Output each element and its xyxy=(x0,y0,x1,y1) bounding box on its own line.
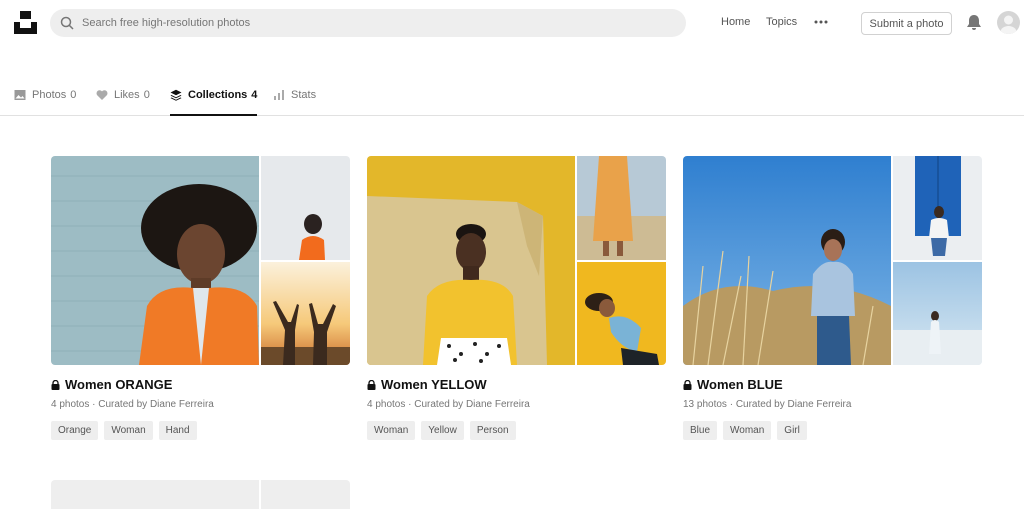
unsplash-logo-icon[interactable] xyxy=(14,11,37,34)
bar-chart-icon xyxy=(274,90,284,100)
cover-photo-main xyxy=(683,156,891,365)
collection-tags: Orange Woman Hand xyxy=(51,421,350,440)
collection-cover[interactable] xyxy=(683,156,982,365)
collection-card-orange[interactable]: Women ORANGE 4 photos · Curated by Diane… xyxy=(51,156,350,440)
cover-photo-bottom-right xyxy=(893,262,982,365)
collection-title-text: Women YELLOW xyxy=(381,377,487,392)
submit-photo-button[interactable]: Submit a photo xyxy=(861,12,952,35)
collection-meta: 4 photos · Curated by Diane Ferreira xyxy=(51,399,214,410)
collection-title-text: Women BLUE xyxy=(697,377,783,392)
tab-likes-label: Likes xyxy=(114,89,140,101)
collection-tags: Blue Woman Girl xyxy=(683,421,982,440)
profile-tabs: Photos 0 Likes 0 Collections 4 Stats xyxy=(0,84,1024,116)
top-header: Home Topics Submit a photo xyxy=(0,0,1024,46)
cover-photo-main xyxy=(51,156,259,365)
cover-photo-bottom-right xyxy=(577,262,666,365)
more-icon[interactable] xyxy=(813,15,829,29)
tab-likes-count: 0 xyxy=(143,89,150,101)
notification-bell-icon[interactable] xyxy=(966,14,982,31)
nav-home-link[interactable]: Home xyxy=(721,16,750,28)
user-avatar[interactable] xyxy=(997,11,1020,34)
tab-collections-label: Collections xyxy=(188,89,248,101)
image-icon xyxy=(14,90,26,100)
layers-icon xyxy=(170,89,182,101)
collection-card-yellow[interactable]: Women YELLOW 4 photos · Curated by Diane… xyxy=(367,156,666,440)
loading-cover-main xyxy=(51,480,259,509)
search-input[interactable] xyxy=(82,17,642,29)
collection-tags: Woman Yellow Person xyxy=(367,421,666,440)
collection-title[interactable]: Women YELLOW xyxy=(367,377,666,392)
collection-meta: 4 photos · Curated by Diane Ferreira xyxy=(367,399,530,410)
user-silhouette-icon xyxy=(1000,15,1017,34)
tag-chip[interactable]: Blue xyxy=(683,421,718,440)
heart-icon xyxy=(96,90,108,100)
cover-photo-top-right xyxy=(261,156,350,260)
tag-chip[interactable]: Woman xyxy=(104,421,153,440)
tag-chip[interactable]: Girl xyxy=(777,421,807,440)
tab-photos-count: 0 xyxy=(70,89,77,101)
collection-cover[interactable] xyxy=(51,156,350,365)
collection-card-loading xyxy=(51,480,350,509)
lock-icon xyxy=(51,379,60,390)
lock-icon xyxy=(367,379,376,390)
nav-topics-link[interactable]: Topics xyxy=(766,16,797,28)
tag-chip[interactable]: Person xyxy=(469,421,516,440)
search-icon xyxy=(60,16,74,30)
search-bar[interactable] xyxy=(50,9,686,37)
tag-chip[interactable]: Woman xyxy=(723,421,772,440)
cover-photo-top-right xyxy=(577,156,666,260)
loading-cover-side xyxy=(261,480,350,509)
cover-photo-main xyxy=(367,156,575,365)
tag-chip[interactable]: Woman xyxy=(367,421,416,440)
cover-photo-top-right xyxy=(893,156,982,260)
tab-stats-label: Stats xyxy=(291,89,317,101)
tab-collections-count: 4 xyxy=(251,89,258,101)
collection-title[interactable]: Women ORANGE xyxy=(51,377,350,392)
tab-photos-label: Photos xyxy=(32,89,67,101)
tag-chip[interactable]: Yellow xyxy=(421,421,464,440)
tab-likes[interactable]: Likes 0 xyxy=(96,84,150,116)
tab-stats[interactable]: Stats xyxy=(273,84,320,116)
tag-chip[interactable]: Hand xyxy=(158,421,197,440)
collection-title[interactable]: Women BLUE xyxy=(683,377,982,392)
collection-card-blue[interactable]: Women BLUE 13 photos · Curated by Diane … xyxy=(683,156,982,440)
tab-collections[interactable]: Collections 4 xyxy=(170,84,258,116)
cover-photo-bottom-right xyxy=(261,262,350,365)
collection-title-text: Women ORANGE xyxy=(65,377,173,392)
collection-meta: 13 photos · Curated by Diane Ferreira xyxy=(683,399,852,410)
tag-chip[interactable]: Orange xyxy=(51,421,99,440)
lock-icon xyxy=(683,379,692,390)
collection-cover[interactable] xyxy=(367,156,666,365)
tab-photos[interactable]: Photos 0 xyxy=(14,84,76,116)
